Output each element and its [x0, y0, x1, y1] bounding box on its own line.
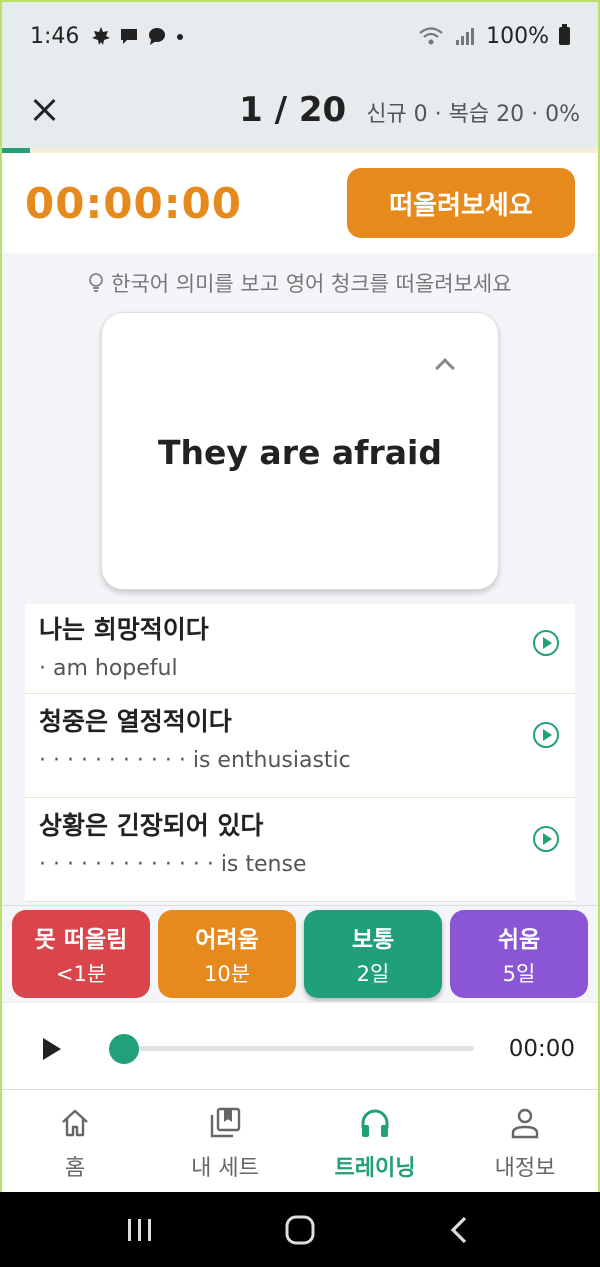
play-circle-icon[interactable]	[533, 722, 559, 748]
recent-apps-icon[interactable]	[120, 1210, 160, 1250]
rating-interval: 10분	[203, 961, 251, 986]
library-icon	[210, 1107, 241, 1138]
system-nav-bar	[0, 1192, 600, 1267]
rating-hard-button[interactable]: 어려움 10분	[158, 909, 296, 998]
headphones-icon	[361, 1109, 389, 1137]
nav-item-home[interactable]: 홈	[0, 1090, 150, 1192]
example-korean: 나는 희망적이다	[39, 615, 209, 644]
timer: 00:00:00	[25, 178, 242, 228]
card-text: They are afraid	[158, 433, 442, 472]
progress-info: 1 / 20 신규 0 · 복습 20 · 0%	[239, 90, 580, 130]
rating-forgot-button[interactable]: 못 떠올림 <1분	[12, 909, 150, 998]
nav-label: 트레이닝	[334, 1156, 416, 1181]
header: 1 / 20 신규 0 · 복습 20 · 0%	[0, 72, 600, 148]
nav-item-profile[interactable]: 내정보	[450, 1090, 600, 1192]
home-icon	[62, 1109, 88, 1137]
audio-player: 00:00	[0, 1002, 600, 1090]
list-item: 청중은 열정적이다 · · · · · · · · · · · is enthu…	[25, 694, 575, 798]
example-list: 나는 희망적이다 · am hopeful 청중은 열정적이다 · · · · …	[25, 604, 575, 902]
session-stats: 신규 0 · 복습 20 · 0%	[366, 102, 580, 127]
rating-label: 못 떠올림	[34, 926, 128, 953]
nav-label: 내 세트	[191, 1156, 259, 1181]
nav-label: 홈	[64, 1156, 86, 1181]
status-time: 1:46	[30, 23, 80, 49]
maple-leaf-icon	[92, 27, 111, 45]
battery-percent: 100%	[486, 23, 549, 49]
rating-label: 보통	[351, 926, 395, 953]
example-english: · · · · · · · · · · · · · is tense	[39, 852, 307, 877]
nav-item-training[interactable]: 트레이닝	[300, 1090, 450, 1192]
close-button[interactable]	[28, 94, 60, 126]
bottom-nav: 홈 내 세트 트레이닝 내정보	[0, 1090, 600, 1192]
timer-row: 00:00:00 떠올려보세요	[0, 153, 600, 253]
rating-label: 쉬움	[497, 926, 541, 953]
example-korean: 상황은 긴장되어 있다	[39, 811, 264, 840]
flash-card[interactable]: They are afraid	[101, 312, 499, 590]
recall-button[interactable]: 떠올려보세요	[347, 168, 575, 238]
message-icon	[121, 29, 138, 44]
example-english: · am hopeful	[39, 656, 178, 681]
play-icon[interactable]	[43, 1038, 61, 1060]
notification-icons	[91, 26, 185, 46]
list-item: 상황은 긴장되어 있다 · · · · · · · · · · · · · is…	[25, 798, 575, 902]
play-circle-icon[interactable]	[533, 826, 559, 852]
seek-thumb[interactable]	[109, 1034, 139, 1064]
signal-icon	[456, 28, 475, 45]
person-icon	[511, 1108, 539, 1139]
rating-interval: 5일	[502, 961, 536, 986]
rating-interval: 2일	[356, 961, 390, 986]
card-counter: 1 / 20	[239, 90, 347, 130]
status-bar: 1:46 100%	[0, 0, 600, 72]
seek-bar[interactable]	[110, 1046, 474, 1051]
dot-icon	[177, 34, 184, 40]
rating-normal-button[interactable]: 보통 2일	[304, 909, 442, 998]
lightbulb-icon	[89, 273, 104, 292]
home-button-icon[interactable]	[280, 1210, 320, 1250]
chevron-up-icon[interactable]	[435, 358, 455, 378]
play-circle-icon[interactable]	[533, 630, 559, 656]
hint-text: 한국어 의미를 보고 영어 청크를 떠올려보세요	[0, 268, 600, 298]
status-right: 100%	[418, 24, 570, 49]
nav-item-my-sets[interactable]: 내 세트	[150, 1090, 300, 1192]
rating-bar: 못 떠올림 <1분 어려움 10분 보통 2일 쉬움 5일	[0, 905, 600, 1001]
rating-interval: <1분	[55, 961, 107, 986]
rating-easy-button[interactable]: 쉬움 5일	[450, 909, 588, 998]
battery-icon	[559, 24, 570, 45]
nav-label: 내정보	[494, 1156, 556, 1181]
rating-label: 어려움	[195, 926, 259, 953]
wifi-icon	[419, 27, 443, 45]
player-time: 00:00	[508, 1036, 575, 1062]
example-english: · · · · · · · · · · · is enthusiastic	[39, 748, 351, 773]
list-item: 나는 희망적이다 · am hopeful	[25, 604, 575, 694]
back-icon[interactable]	[440, 1210, 480, 1250]
example-korean: 청중은 열정적이다	[39, 707, 232, 736]
chat-icon	[149, 28, 166, 45]
hint-label: 한국어 의미를 보고 영어 청크를 떠올려보세요	[111, 272, 512, 296]
